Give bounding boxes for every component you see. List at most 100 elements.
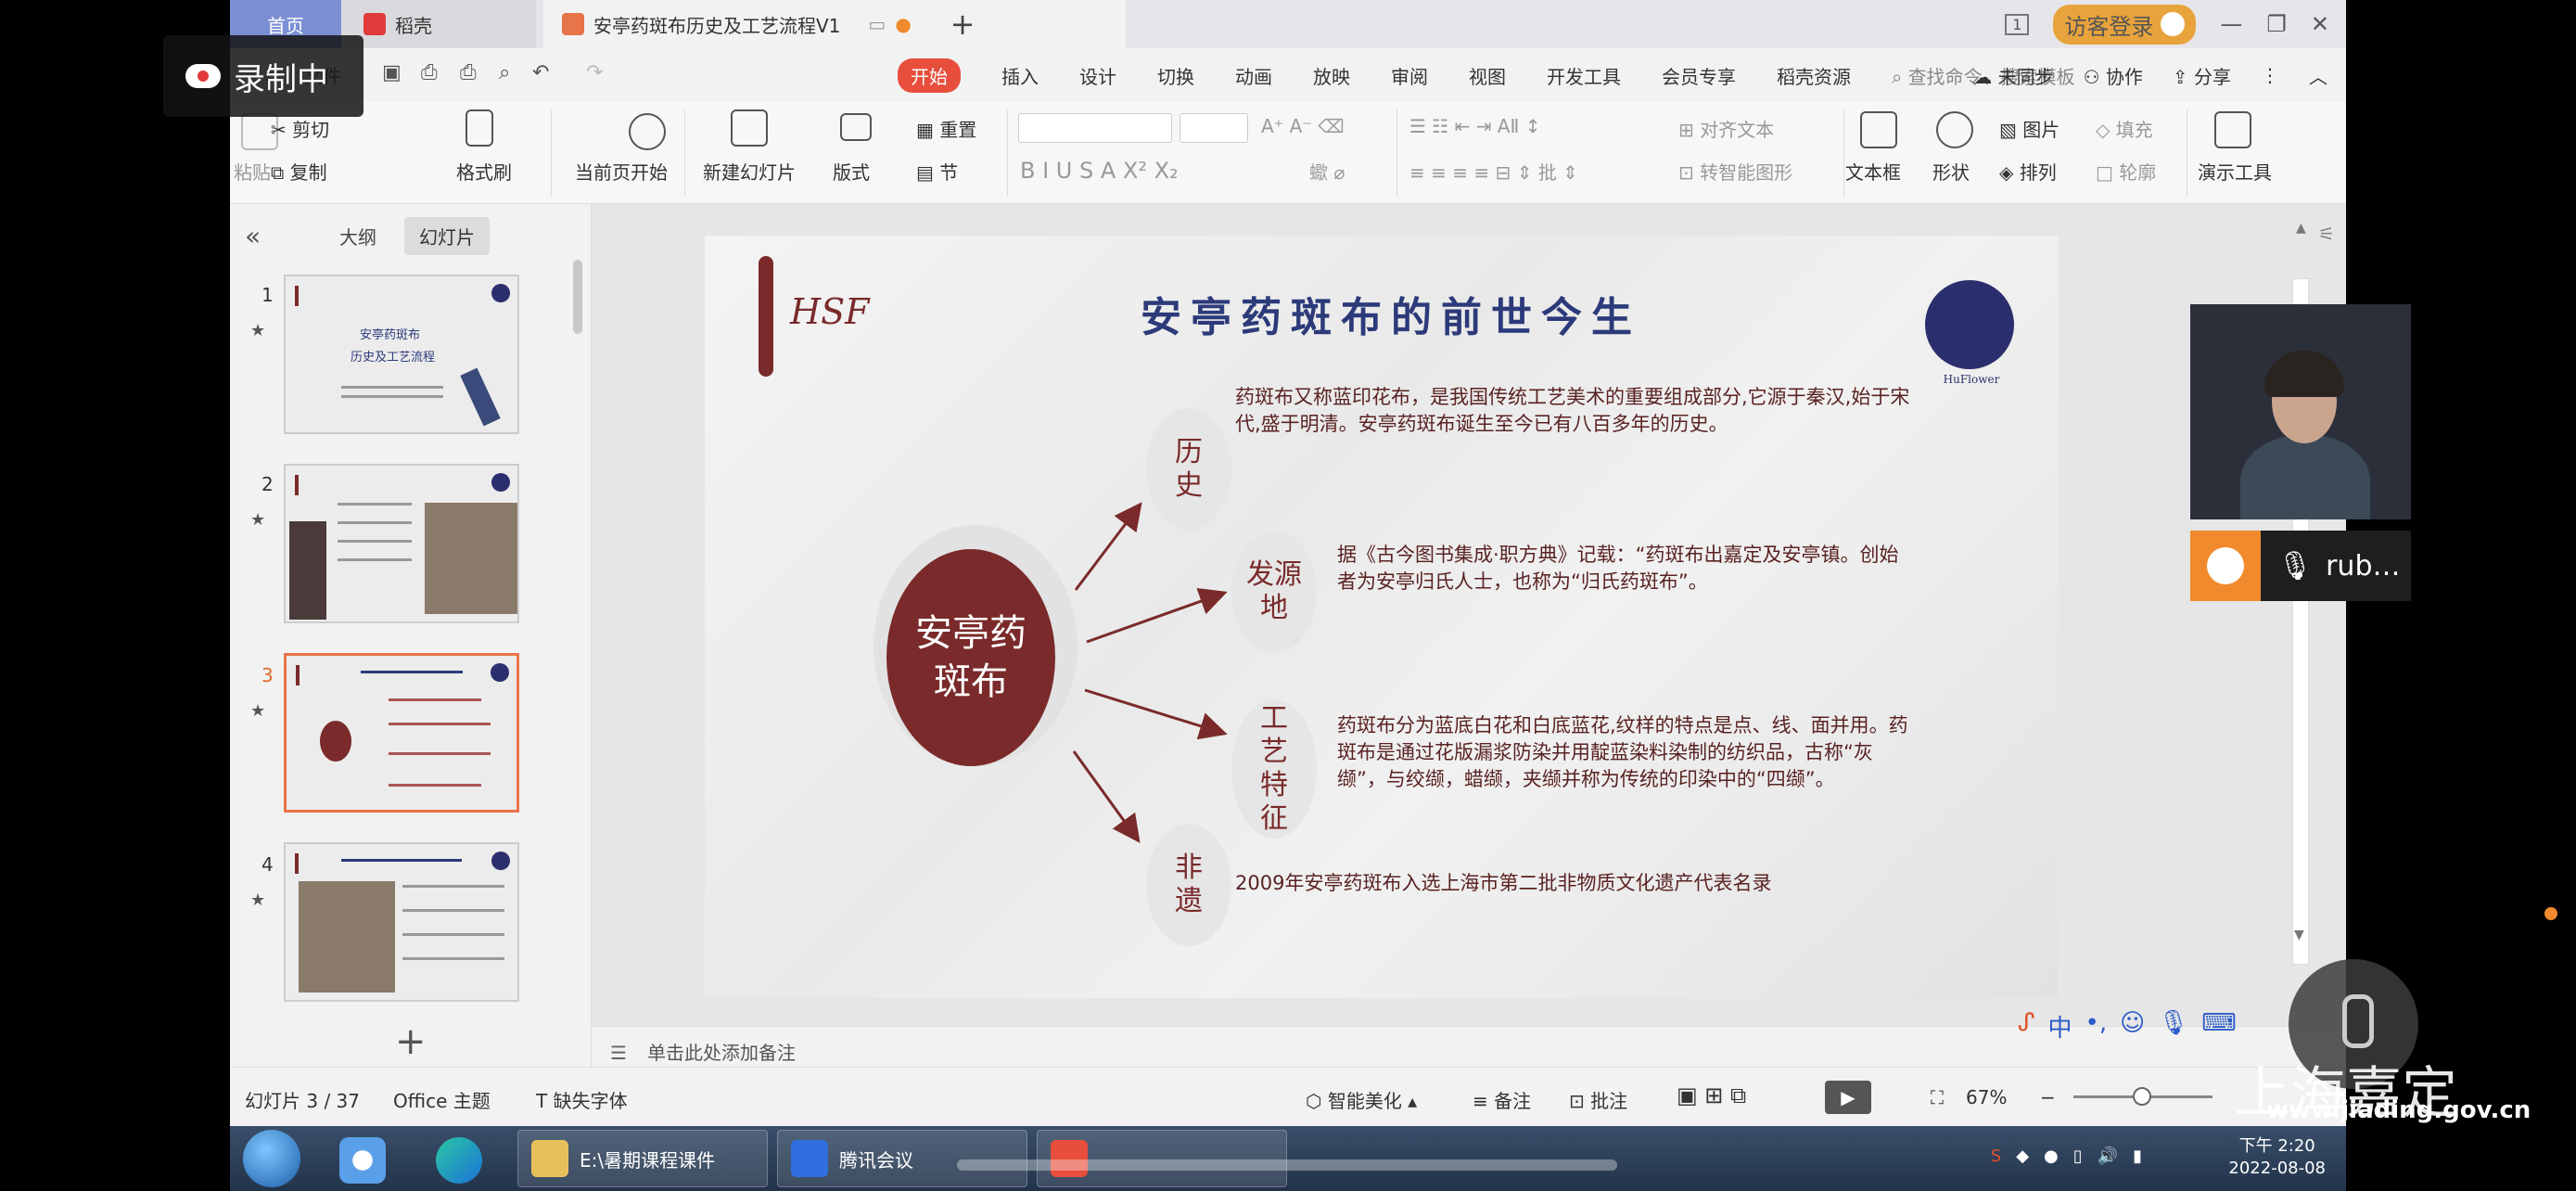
preview-icon[interactable]: ⌕ (499, 61, 510, 84)
system-tray-icons[interactable]: S ◆ ● ▯ 🔊 ▮ (1991, 1146, 2142, 1166)
menu-docer-resources[interactable]: 稻壳资源 (1777, 62, 1851, 89)
section-button[interactable]: ▤ 节 (916, 158, 958, 185)
participant-row[interactable]: 🎙 rub… (2190, 531, 2411, 601)
node-heritage[interactable]: 非遗 (1146, 824, 1231, 946)
view-mode-icons[interactable]: ▣ ⊞ ⧉ (1677, 1082, 1746, 1108)
node-origin-desc[interactable]: 据《古今图书集成·职方典》记载：“药斑布出嘉定及安亭镇。创始者为安亭归氏人士，也… (1337, 542, 1912, 596)
node-history[interactable]: 历史 (1146, 408, 1231, 531)
input-method-toolbar[interactable]: ᔑ 中 •, ☺ 🎙 ⌨ (2018, 1009, 2237, 1044)
zoom-level[interactable]: 67% (1966, 1086, 2007, 1108)
ime-chinese-icon[interactable]: 中 (2048, 1009, 2072, 1044)
tray-device-icon[interactable]: ▯ (2073, 1146, 2083, 1166)
print-icon[interactable]: ⎙ (460, 61, 477, 84)
slide[interactable]: HSF 安亭药斑布的前世今生 HuFlower 安亭药斑布 历史 药斑布又称蓝印… (705, 236, 2059, 998)
font-size-select[interactable] (1180, 113, 1248, 143)
fit-window-icon[interactable]: ⛶ (1931, 1086, 1944, 1108)
outline-button[interactable]: □ 轮廓 (2096, 158, 2156, 185)
menu-transition[interactable]: 切换 (1157, 62, 1194, 89)
restore-icon[interactable]: ❐ (2266, 11, 2287, 37)
menu-home[interactable]: 开始 (898, 58, 961, 93)
collapse-ribbon-icon[interactable]: ︿ (2309, 62, 2327, 89)
play-from-current-icon[interactable] (629, 113, 666, 150)
node-craft-desc[interactable]: 药斑布分为蓝底白花和白底蓝花,纹样的特点是点、线、面并用。药斑布是通过花版漏浆防… (1337, 712, 1921, 793)
minimize-icon[interactable]: — (2220, 11, 2242, 37)
ime-keyboard-icon[interactable]: ⌨ (2201, 1009, 2237, 1044)
taskbar-clock[interactable]: 下午 2:20 2022-08-08 (2228, 1135, 2326, 1180)
visitor-login-button[interactable]: 访客登录 (2053, 4, 2197, 45)
notes-toggle-button[interactable]: ≡ 备注 (1473, 1086, 1531, 1113)
collaborate-button[interactable]: ⚇ 协作 (2084, 62, 2143, 89)
notes-placeholder[interactable]: 单击此处添加备注 (647, 1038, 796, 1065)
node-origin[interactable]: 发源地 (1231, 531, 1317, 653)
align-text-button[interactable]: ⊞ 对齐文本 (1678, 115, 1774, 142)
close-icon[interactable]: ✕ (2311, 11, 2329, 37)
export-icon[interactable]: ⎙ (421, 61, 438, 84)
save-icon[interactable]: ▣ (382, 61, 402, 84)
textbox-icon[interactable] (1860, 111, 1897, 148)
play-from-current-button[interactable]: 当前页开始 (575, 158, 668, 185)
comment-button[interactable]: ⊡ 批注 (1569, 1086, 1627, 1113)
present-tools-button[interactable]: 演示工具 (2198, 158, 2272, 185)
slide-thumbnail-3[interactable] (284, 653, 519, 813)
zoom-out-icon[interactable]: − (2040, 1086, 2056, 1108)
tray-app-icon[interactable]: ◆ (2016, 1146, 2029, 1166)
scroll-up-icon[interactable]: ▲ (2296, 221, 2306, 236)
tray-ime-icon[interactable]: S (1991, 1146, 2001, 1166)
node-craft[interactable]: 工艺特征 (1231, 699, 1317, 839)
tab-docer[interactable]: 稻壳 (341, 0, 536, 48)
center-circle[interactable]: 安亭药斑布 (886, 549, 1055, 766)
scroll-down-icon[interactable]: ▼ (2294, 928, 2304, 942)
taskbar-wps[interactable] (1037, 1130, 1287, 1187)
node-heritage-desc[interactable]: 2009年安亭药斑布入选上海市第二批非物质文化遗产代表名录 (1235, 870, 1903, 897)
collapse-panel-icon[interactable]: « (245, 221, 261, 251)
meeting-video-tile[interactable] (2190, 304, 2411, 519)
taskbar-explorer[interactable]: E:\暑期课程课件 (517, 1130, 768, 1187)
tray-network-icon[interactable]: ▮ (2133, 1146, 2142, 1166)
text-format-icons[interactable]: B I U S A X² X₂ (1020, 158, 1179, 184)
font-grow-icon[interactable]: A⁺ A⁻ ⌫ (1261, 115, 1344, 137)
phonetic-icon[interactable]: 蠍 ⌀ (1309, 158, 1345, 185)
menu-design[interactable]: 设计 (1079, 62, 1116, 89)
present-tools-icon[interactable] (2214, 111, 2251, 148)
tray-volume-icon[interactable]: 🔊 (2098, 1146, 2118, 1166)
start-button[interactable] (243, 1130, 300, 1187)
slide-thumbnail-4[interactable] (284, 842, 519, 1002)
list-icons[interactable]: ☰ ☷ ⇤ ⇥ AⅡ ↕ (1409, 115, 1540, 137)
edge-browser-icon[interactable] (436, 1137, 482, 1184)
share-button[interactable]: ⇪ 分享 (2173, 62, 2231, 89)
sync-status-button[interactable]: ☁ 未同步 (1973, 62, 2053, 89)
ime-punct-icon[interactable]: •, (2085, 1009, 2108, 1044)
format-painter-button[interactable]: 格式刷 (456, 158, 512, 185)
tab-slides[interactable]: 幻灯片 (404, 217, 490, 255)
menu-animation[interactable]: 动画 (1235, 62, 1272, 89)
copy-button[interactable]: ⧉ 复制 (271, 158, 327, 185)
font-family-select[interactable] (1018, 113, 1172, 143)
node-history-desc[interactable]: 药斑布又称蓝印花布，是我国传统工艺美术的重要组成部分,它源于秦汉,始于宋代,盛于… (1235, 384, 1912, 438)
microphone-icon[interactable]: 🎙 (2277, 550, 2313, 583)
smartart-button[interactable]: ⊡ 转智能图形 (1678, 158, 1792, 185)
ime-logo-icon[interactable]: ᔑ (2018, 1009, 2035, 1044)
ribbon-settings-icon[interactable]: ⚟ (2318, 223, 2342, 260)
window-count-badge[interactable]: 1 (2005, 13, 2030, 35)
format-painter-icon[interactable] (465, 109, 493, 147)
cut-button[interactable]: ✂ 剪切 (271, 115, 329, 142)
tab-outline[interactable]: 大纲 (339, 223, 376, 250)
new-slide-icon[interactable] (731, 109, 768, 147)
fill-button[interactable]: ◇ 填充 (2096, 115, 2153, 142)
add-slide-button[interactable]: + (395, 1020, 427, 1063)
new-tab-button[interactable]: + (944, 6, 981, 43)
slide-thumbnail-1[interactable]: 安亭药斑布 历史及工艺流程 (284, 275, 519, 434)
ime-emoji-icon[interactable]: ☺ (2120, 1009, 2145, 1044)
layout-button[interactable]: 版式 (833, 158, 870, 185)
app-pinned-icon[interactable] (339, 1137, 386, 1184)
menu-insert[interactable]: 插入 (1001, 62, 1039, 89)
menu-review[interactable]: 审阅 (1391, 62, 1428, 89)
menu-slideshow[interactable]: 放映 (1313, 62, 1350, 89)
menu-view[interactable]: 视图 (1469, 62, 1506, 89)
zoom-slider-handle[interactable] (2133, 1087, 2151, 1106)
smart-beautify-button[interactable]: ⬡ 智能美化 ▴ (1306, 1086, 1417, 1113)
tab-monitor-icon[interactable]: ▭ (868, 13, 886, 35)
picture-button[interactable]: ▧ 图片 (1999, 115, 2060, 142)
redo-icon[interactable]: ↷ (586, 61, 603, 84)
reset-button[interactable]: ▦ 重置 (916, 115, 976, 142)
